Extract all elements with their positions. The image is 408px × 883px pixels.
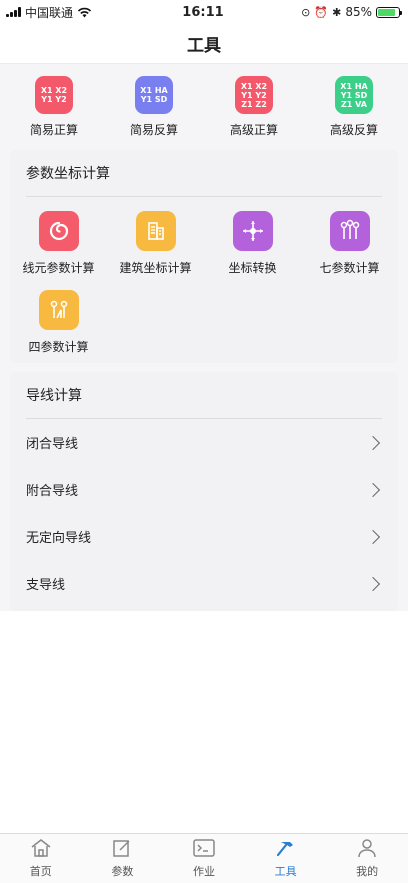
param-tool-1[interactable]: 线元参数计算: [10, 211, 107, 276]
chevron-right-icon: [365, 576, 381, 591]
chevron-right-icon: [365, 529, 381, 544]
quick-tools-row: X1 X2 Y1 Y2 简易正算 X1 HA Y1 SD 简易反算 X1 X2 Y1 Y2 Z1…: [0, 64, 408, 150]
pins-four-icon: [38, 290, 79, 330]
rotation-lock-icon: ⊙: [301, 5, 311, 19]
chevron-right-icon: [365, 482, 381, 497]
signal-icon: [6, 7, 21, 17]
tab-label: 首页: [29, 865, 52, 878]
param-tool-3[interactable]: 坐标转换: [204, 211, 301, 276]
tab-label: 参数: [111, 865, 134, 878]
param-tool-label: 线元参数计算: [22, 261, 95, 275]
quick-tool-label: 高级正算: [229, 123, 278, 137]
traverse-item-2[interactable]: 附合导线: [10, 466, 398, 513]
param-calc-section: 参数坐标计算 线元参数计算 建筑坐标计算 坐标转换 七参数计算四参数计算: [10, 150, 398, 363]
status-bar: 中国联通 16:11 ⊙ ⏰ ✱ 85%: [0, 0, 408, 24]
section-title: 导线计算: [26, 388, 82, 404]
battery-percent: 85%: [345, 5, 372, 19]
quick-tool-1[interactable]: X1 X2 Y1 Y2 简易正算: [6, 76, 102, 138]
hammer-icon: [275, 838, 297, 861]
param-tool-4[interactable]: 七参数计算: [301, 211, 398, 276]
tab-label: 作业: [192, 865, 215, 878]
tab-hammer[interactable]: 工具: [245, 834, 327, 883]
wifi-icon: [77, 7, 92, 17]
edit-icon: [111, 838, 133, 861]
param-tool-label: 四参数计算: [28, 340, 89, 354]
page-title: 工具: [0, 24, 408, 64]
spiral-icon: [38, 211, 79, 251]
traverse-item-3[interactable]: 无定向导线: [10, 513, 398, 560]
tab-label: 我的: [356, 865, 379, 878]
battery-icon: [375, 6, 402, 18]
quick-tool-label: 简易正算: [29, 123, 78, 137]
user-icon: [356, 838, 378, 861]
coordinate-calc-icon: X1 X2 Y1 Y2 Z1 Z2: [235, 76, 273, 114]
tab-bar: 首页 参数 作业 工具 我的: [0, 833, 408, 883]
traverse-section: 导线计算 闭合导线附合导线无定向导线支导线: [10, 372, 398, 611]
quick-tool-label: 简易反算: [129, 123, 178, 137]
traverse-item-4[interactable]: 支导线: [10, 560, 398, 607]
param-tool-label: 七参数计算: [319, 261, 380, 275]
quick-tool-2[interactable]: X1 HA Y1 SD 简易反算: [106, 76, 202, 138]
param-tool-5[interactable]: 四参数计算: [10, 290, 107, 355]
pins-icon: [329, 211, 370, 251]
quick-tool-4[interactable]: X1 HA Y1 SD Z1 VA 高级反算: [306, 76, 402, 138]
quick-tool-label: 高级反算: [329, 123, 378, 137]
quick-tool-3[interactable]: X1 X2 Y1 Y2 Z1 Z2 高级正算: [206, 76, 302, 138]
param-tool-2[interactable]: 建筑坐标计算: [107, 211, 204, 276]
traverse-item-label: 无定向导线: [26, 531, 92, 546]
carrier-label: 中国联通: [25, 5, 74, 20]
traverse-item-label: 支导线: [26, 578, 66, 593]
home-icon: [30, 838, 52, 861]
traverse-item-label: 附合导线: [26, 484, 79, 499]
param-tool-label: 建筑坐标计算: [119, 261, 192, 275]
param-tool-label: 坐标转换: [228, 261, 277, 275]
terminal-icon: [192, 838, 216, 861]
coordinate-calc-icon: X1 HA Y1 SD: [135, 76, 173, 114]
tab-user[interactable]: 我的: [326, 834, 408, 883]
status-time: 16:11: [182, 4, 224, 20]
building-icon: [135, 211, 176, 251]
alarm-icon: ⏰: [314, 5, 329, 19]
tab-home[interactable]: 首页: [0, 834, 82, 883]
coordinate-calc-icon: X1 HA Y1 SD Z1 VA: [335, 76, 373, 114]
crosshair-icon: [232, 211, 273, 251]
tab-edit[interactable]: 参数: [82, 834, 164, 883]
chevron-right-icon: [365, 435, 381, 450]
tab-label: 工具: [274, 865, 297, 878]
tab-terminal[interactable]: 作业: [163, 834, 245, 883]
bluetooth-icon: ✱: [332, 5, 342, 19]
coordinate-calc-icon: X1 X2 Y1 Y2: [35, 76, 73, 114]
traverse-item-1[interactable]: 闭合导线: [10, 419, 398, 466]
traverse-item-label: 闭合导线: [26, 437, 79, 452]
section-title: 参数坐标计算: [26, 166, 110, 182]
